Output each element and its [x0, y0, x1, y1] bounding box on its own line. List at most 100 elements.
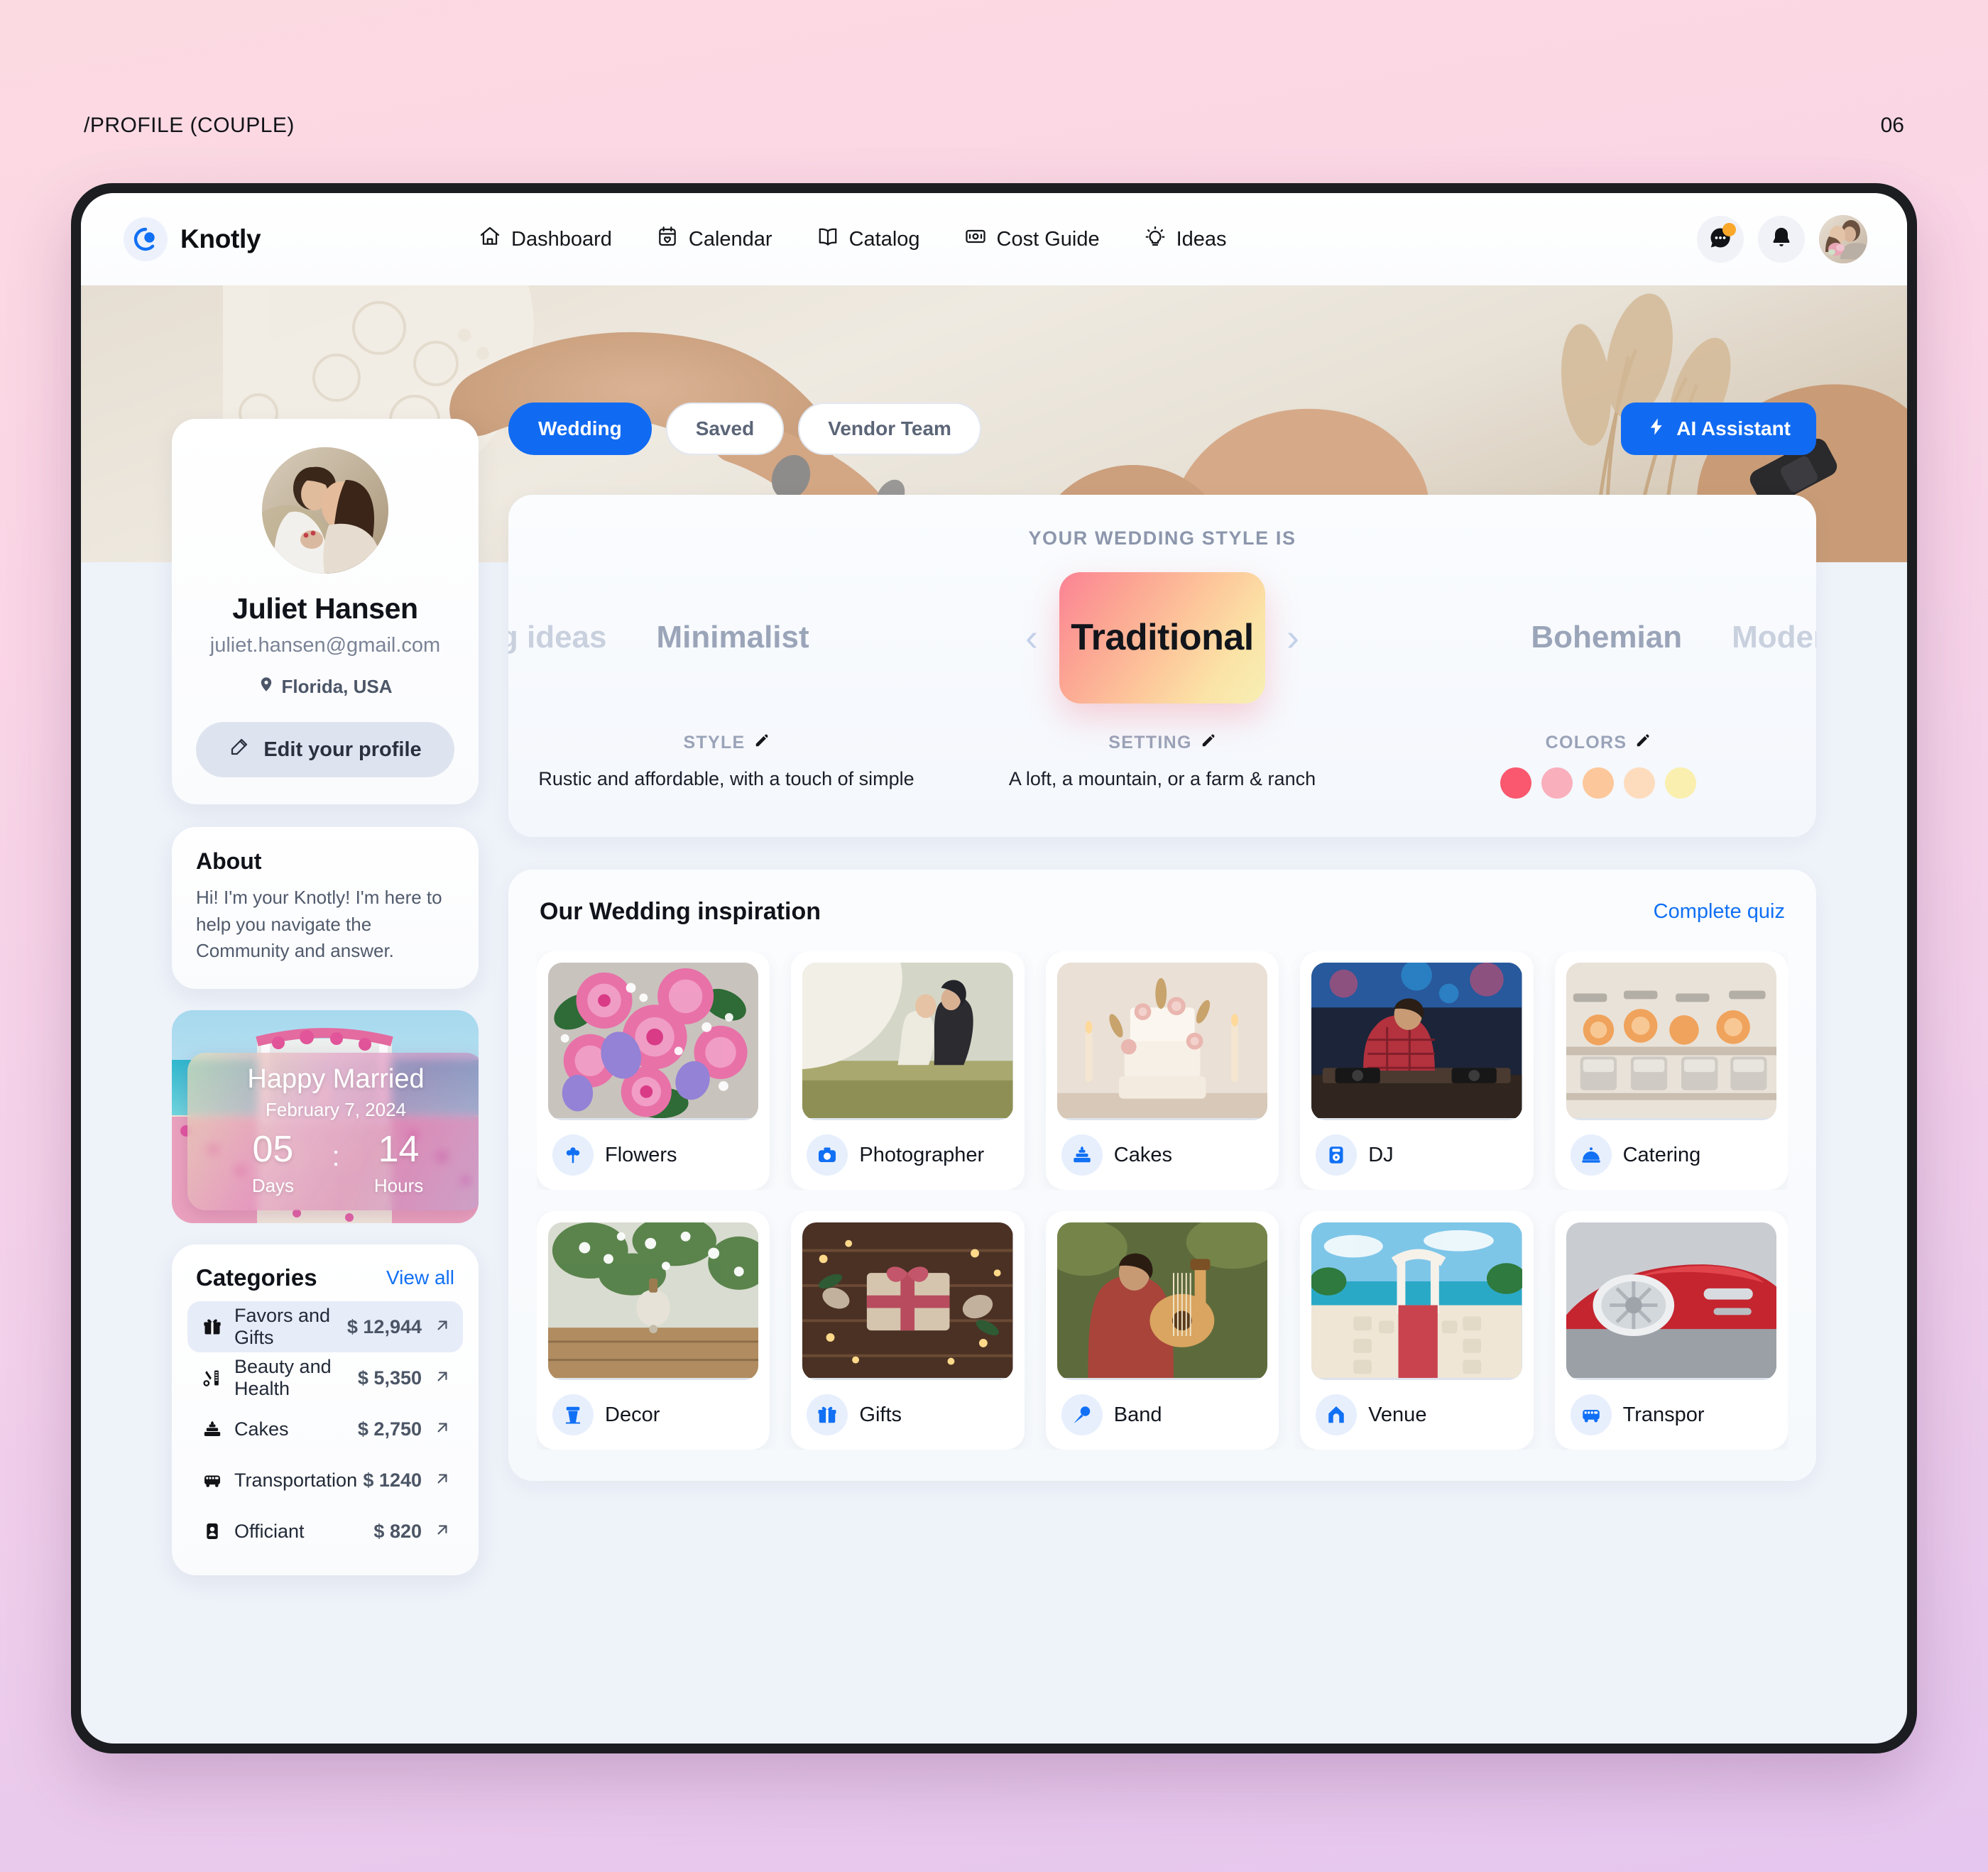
- inspiration-header: Our Wedding inspiration Complete quiz: [537, 898, 1788, 933]
- arrow-up-right-icon: [433, 1521, 452, 1543]
- edit-pencil-icon: [229, 736, 250, 763]
- category-amount: $ 2,750: [357, 1418, 422, 1440]
- categories-view-all-link[interactable]: View all: [386, 1266, 454, 1289]
- color-swatches: [1402, 767, 1795, 799]
- bus-icon: [199, 1470, 226, 1490]
- arch-venue-icon: [1316, 1394, 1358, 1435]
- nav-label: Calendar: [688, 227, 772, 251]
- inspiration-card-photographer[interactable]: Photographer: [791, 951, 1025, 1190]
- avatar[interactable]: [1819, 215, 1867, 263]
- style-option-modern[interactable]: Modern: [1732, 620, 1816, 655]
- thumbnail-cakes: [1056, 963, 1268, 1120]
- inspiration-card: Our Wedding inspiration Complete quiz Fl…: [508, 870, 1816, 1481]
- top-navigation-bar: Knotly Dashboard Calendar Catalog Cost G…: [81, 193, 1907, 285]
- scissors-comb-icon: [199, 1368, 226, 1388]
- inspiration-card-band[interactable]: Band: [1045, 1211, 1279, 1450]
- edit-profile-button[interactable]: Edit your profile: [196, 722, 454, 777]
- nav-item-catalog[interactable]: Catalog: [816, 225, 920, 253]
- style-selected-traditional[interactable]: Traditional: [1059, 571, 1265, 704]
- lightbulb-icon: [1144, 225, 1167, 253]
- chevron-left-icon[interactable]: ‹: [1010, 615, 1054, 659]
- caption-cakes: Cakes: [1057, 1120, 1267, 1190]
- category-row-favors-and-gifts[interactable]: Favors and Gifts $ 12,944: [187, 1301, 463, 1353]
- color-swatch-2[interactable]: [1541, 767, 1573, 799]
- microphone-icon: [1061, 1394, 1103, 1435]
- tab-saved[interactable]: Saved: [665, 403, 785, 455]
- caption-label: Gifts: [859, 1403, 902, 1426]
- left-sidebar: Juliet Hansen juliet.hansen@gmail.com Fl…: [81, 285, 479, 1744]
- nav-label: Ideas: [1176, 227, 1227, 251]
- inspiration-card-transportation[interactable]: Transpor: [1554, 1211, 1788, 1450]
- nav-label: Cost Guide: [996, 227, 1100, 251]
- chevron-right-icon[interactable]: ›: [1271, 615, 1315, 659]
- color-swatch-4[interactable]: [1624, 767, 1655, 799]
- about-card: About Hi! I'm your Knotly! I'm here to h…: [172, 827, 479, 990]
- nav-label: Dashboard: [511, 227, 612, 251]
- device-frame: Knotly Dashboard Calendar Catalog Cost G…: [71, 183, 1917, 1753]
- nav-item-calendar[interactable]: Calendar: [656, 225, 772, 253]
- style-carousel: ng ideas Minimalist ‹ Traditional › Bohe…: [508, 566, 1816, 708]
- caption-label: Venue: [1368, 1403, 1427, 1426]
- profile-avatar: [262, 447, 388, 574]
- inspiration-card-decor[interactable]: Decor: [537, 1211, 770, 1450]
- dj-deck-icon: [1316, 1134, 1358, 1176]
- caption-label: Photographer: [859, 1143, 985, 1166]
- app-body: Juliet Hansen juliet.hansen@gmail.com Fl…: [81, 285, 1907, 1744]
- inspiration-card-dj[interactable]: DJ: [1300, 951, 1534, 1190]
- category-row-transportation[interactable]: Transportation $ 1240: [187, 1455, 463, 1506]
- category-amount: $ 1240: [363, 1469, 422, 1491]
- category-row-officiant[interactable]: Officiant $ 820: [187, 1506, 463, 1557]
- nav-item-ideas[interactable]: Ideas: [1144, 225, 1227, 253]
- knotly-logo-icon: [124, 217, 168, 261]
- countdown-date: February 7, 2024: [265, 1099, 406, 1121]
- style-option-far-left[interactable]: ng ideas: [508, 620, 607, 655]
- person-card-icon: [199, 1521, 226, 1541]
- notifications-button[interactable]: [1758, 216, 1805, 263]
- page-number: 06: [1880, 114, 1904, 137]
- thumbnail-gifts: [802, 1222, 1013, 1380]
- caption-label: Catering: [1622, 1143, 1701, 1166]
- color-swatch-3[interactable]: [1583, 767, 1614, 799]
- color-swatch-1[interactable]: [1500, 767, 1531, 799]
- tab-vendor-team[interactable]: Vendor Team: [798, 403, 981, 455]
- complete-quiz-link[interactable]: Complete quiz: [1654, 900, 1785, 924]
- edit-pencil-icon[interactable]: [1635, 733, 1651, 753]
- category-label: Transportation: [234, 1469, 358, 1491]
- category-row-cakes[interactable]: Cakes $ 2,750: [187, 1403, 463, 1455]
- category-label: Cakes: [234, 1418, 289, 1440]
- brand-logo[interactable]: Knotly: [124, 217, 479, 261]
- tab-wedding[interactable]: Wedding: [508, 403, 652, 455]
- lightning-bolt-icon: [1646, 417, 1666, 442]
- caption-venue: Venue: [1311, 1380, 1522, 1450]
- inspiration-card-venue[interactable]: Venue: [1300, 1211, 1534, 1450]
- inspiration-title: Our Wedding inspiration: [540, 898, 821, 925]
- style-option-minimalist[interactable]: Minimalist: [657, 620, 809, 655]
- messages-button[interactable]: [1697, 216, 1744, 263]
- categories-header: Categories View all: [187, 1264, 463, 1291]
- money-bill-icon: [964, 225, 987, 253]
- inspiration-card-cakes[interactable]: Cakes: [1045, 951, 1279, 1190]
- edit-pencil-icon[interactable]: [1201, 733, 1216, 753]
- cake-icon: [199, 1419, 226, 1439]
- nav-item-cost-guide[interactable]: Cost Guide: [964, 225, 1100, 253]
- fact-setting-label: SETTING: [1108, 733, 1192, 752]
- style-option-bohemian[interactable]: Bohemian: [1531, 620, 1682, 655]
- category-row-beauty-and-health[interactable]: Beauty and Health $ 5,350: [187, 1352, 463, 1403]
- gift-icon: [199, 1317, 226, 1337]
- brand-name: Knotly: [180, 224, 261, 253]
- countdown-overlay: Happy Married February 7, 2024 05 Days :…: [187, 1053, 479, 1211]
- countdown-hours-label: Hours: [373, 1175, 424, 1197]
- edit-pencil-icon[interactable]: [754, 733, 770, 753]
- flower-icon: [552, 1134, 594, 1176]
- home-icon: [479, 225, 501, 253]
- category-label: Beauty and Health: [234, 1356, 332, 1400]
- color-swatch-5[interactable]: [1665, 767, 1696, 799]
- nav-item-dashboard[interactable]: Dashboard: [479, 225, 612, 253]
- ai-assistant-button[interactable]: AI Assistant: [1621, 403, 1816, 455]
- fact-colors: COLORS: [1380, 733, 1816, 799]
- thumbnail-decor: [548, 1222, 759, 1380]
- inspiration-card-gifts[interactable]: Gifts: [791, 1211, 1025, 1450]
- inspiration-card-flowers[interactable]: Flowers: [537, 951, 770, 1190]
- cloche-icon: [1570, 1134, 1612, 1176]
- inspiration-card-catering[interactable]: Catering: [1554, 951, 1788, 1190]
